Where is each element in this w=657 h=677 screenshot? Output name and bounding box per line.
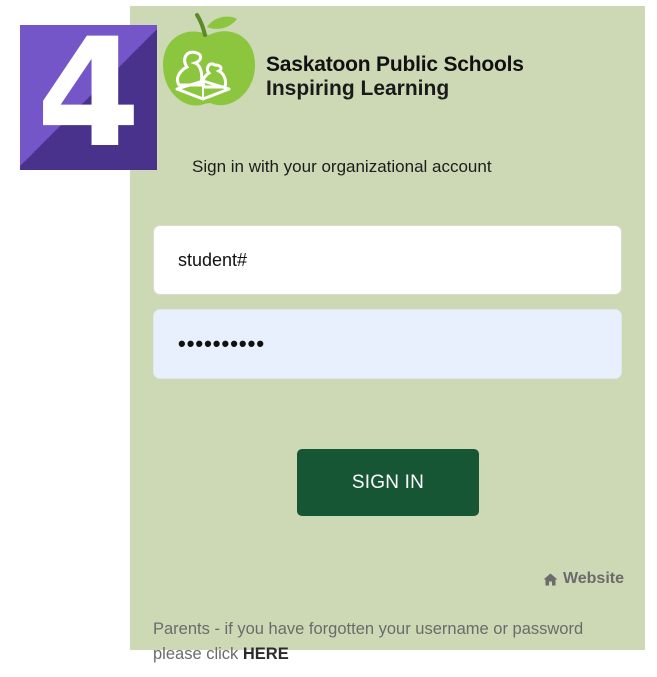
website-label: Website <box>562 570 624 587</box>
signin-caption: Sign in with your organizational account <box>192 157 492 176</box>
login-page: 4 Saskatoon Public Schools Inspiring Lea… <box>0 0 657 677</box>
apple-reading-logo-icon <box>163 13 255 106</box>
here-link[interactable]: HERE <box>243 645 289 663</box>
step-number-badge: 4 <box>20 25 157 170</box>
home-icon <box>543 573 558 585</box>
forgot-credentials-text: Parents - if you have forgotten your use… <box>153 617 633 667</box>
website-link[interactable]: Website <box>512 570 624 588</box>
step-number: 4 <box>36 25 141 170</box>
brand-block: Saskatoon Public Schools Inspiring Learn… <box>266 53 524 101</box>
brand-name: Saskatoon Public Schools <box>266 53 524 76</box>
username-field[interactable]: student# <box>153 225 622 295</box>
password-field[interactable]: •••••••••• <box>153 309 622 379</box>
brand-tagline: Inspiring Learning <box>266 77 450 100</box>
help-prefix: Parents - if you have forgotten your use… <box>153 620 584 663</box>
sign-in-button[interactable]: SIGN IN <box>297 449 479 516</box>
